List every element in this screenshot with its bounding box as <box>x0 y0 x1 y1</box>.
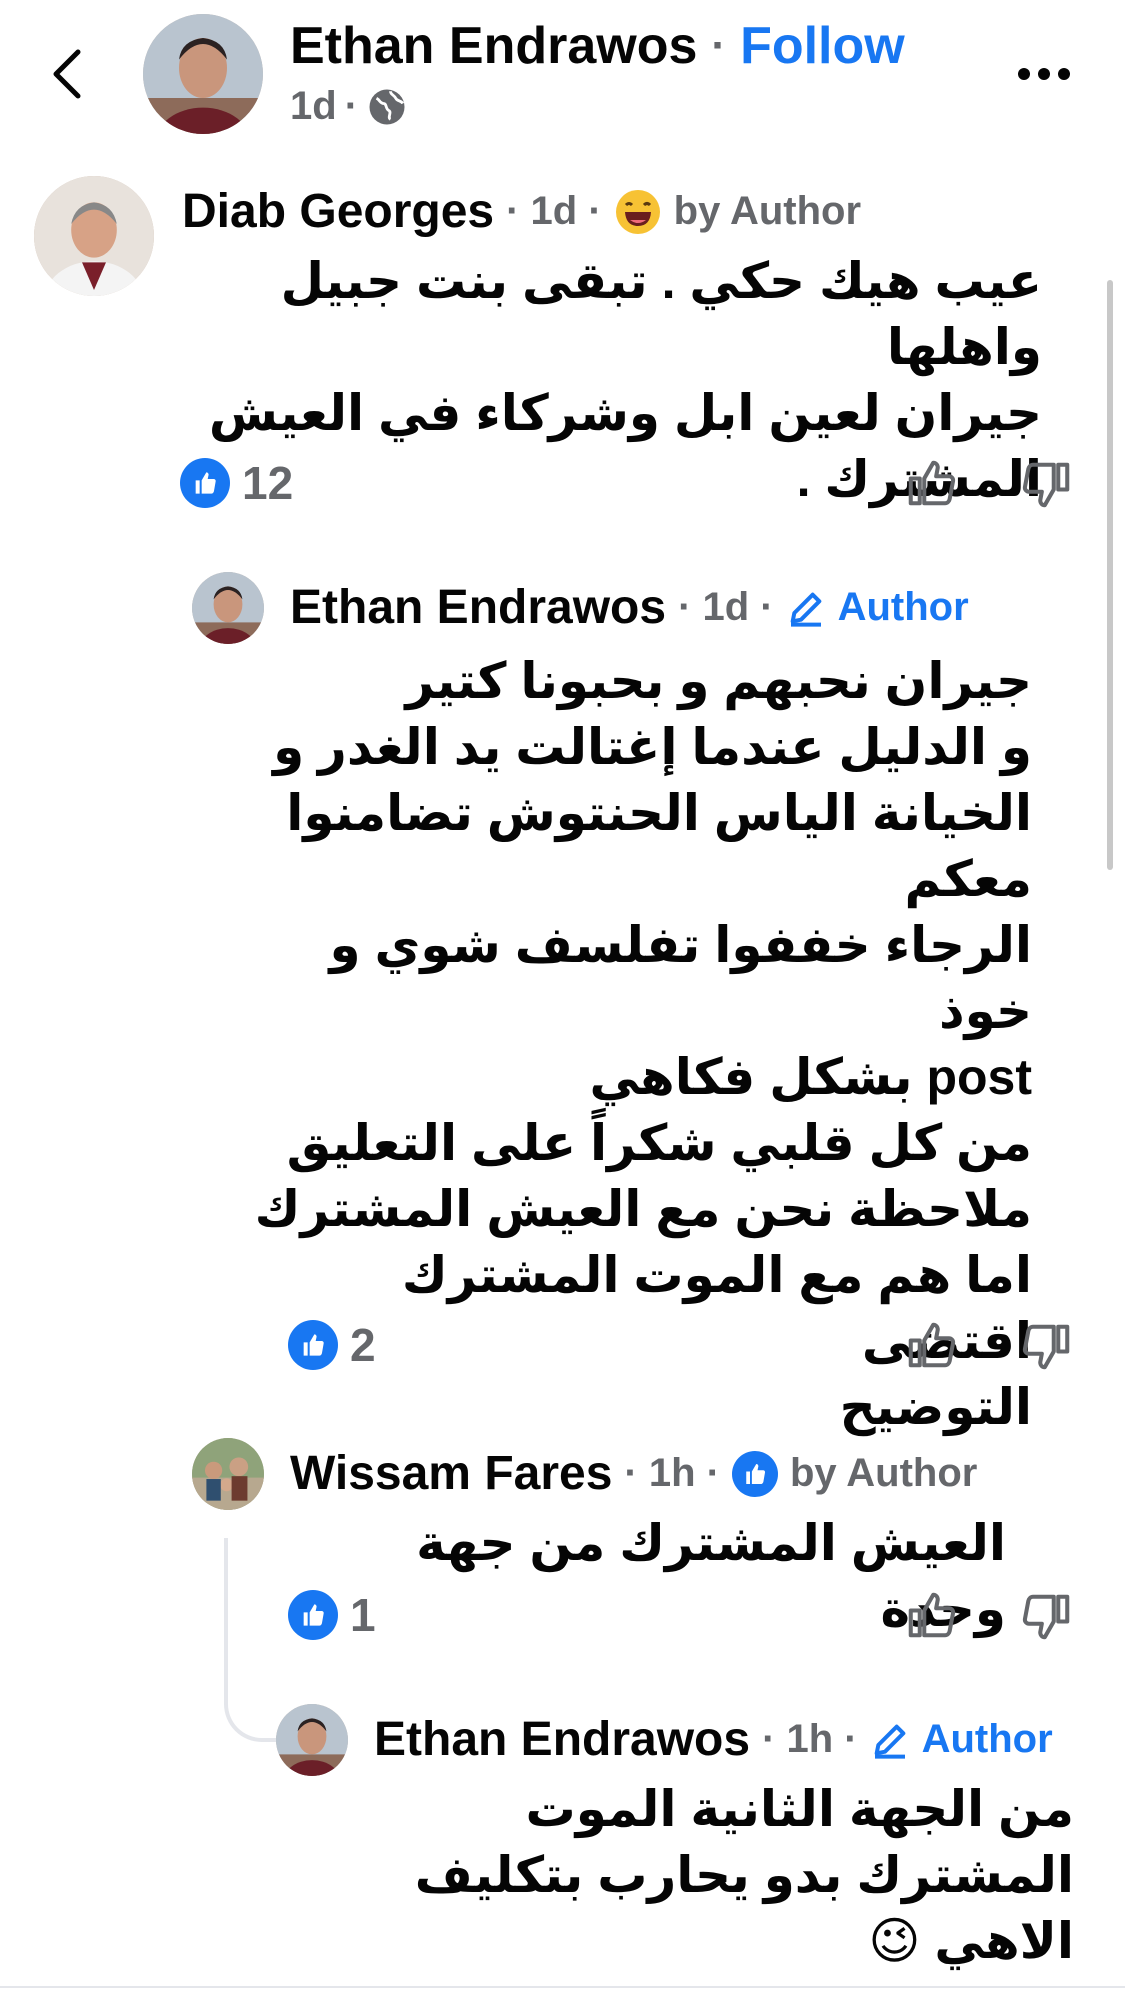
scrollbar[interactable] <box>1107 280 1113 870</box>
like-count: 12 <box>242 457 294 509</box>
comment-text: من الجهة الثانية الموت المشترك بدو يحارب… <box>414 1781 1074 1969</box>
comment-time: · 1h · <box>762 1717 858 1761</box>
author-badge: Author <box>921 1717 1053 1761</box>
commenter-name[interactable]: Ethan Endrawos <box>374 1712 750 1767</box>
more-icon[interactable] <box>1018 64 1078 84</box>
like-icon[interactable] <box>904 1318 958 1372</box>
like-badge-icon <box>288 1320 338 1370</box>
comment-time: · 1d · <box>678 585 774 629</box>
comment-header: Wissam Fares · 1h · by Author <box>290 1446 977 1501</box>
bottom-divider <box>0 1986 1125 1988</box>
like-badge-icon <box>288 1590 338 1640</box>
commenter-avatar[interactable] <box>192 1438 264 1510</box>
comment-time: · 1h · <box>624 1451 720 1495</box>
post-header-title: Ethan Endrawos · Follow <box>290 16 905 76</box>
by-author-badge: by Author <box>789 1451 978 1495</box>
follow-button[interactable]: Follow <box>740 16 905 76</box>
like-count: 2 <box>350 1319 376 1371</box>
comment-header: Diab Georges · 1d · by Author <box>182 184 861 239</box>
laughing-emoji-icon <box>614 188 662 236</box>
pencil-icon <box>870 1720 910 1760</box>
pencil-icon <box>786 588 826 628</box>
back-chevron-icon[interactable] <box>48 44 88 104</box>
commenter-name[interactable]: Wissam Fares <box>290 1446 612 1501</box>
dislike-icon[interactable] <box>1020 1590 1074 1644</box>
comment-header: Ethan Endrawos · 1h · Author <box>374 1712 1053 1767</box>
dislike-icon[interactable] <box>1020 458 1074 512</box>
author-name[interactable]: Ethan Endrawos <box>290 16 697 76</box>
like-badge-icon <box>180 458 230 508</box>
like-count: 1 <box>350 1589 376 1641</box>
reaction-summary[interactable]: 2 <box>288 1318 376 1372</box>
reaction-summary[interactable]: 12 <box>180 456 293 510</box>
post-meta: 1d · <box>290 84 408 129</box>
commenter-avatar[interactable] <box>192 572 264 644</box>
comment-header: Ethan Endrawos · 1d · Author <box>290 580 969 635</box>
separator: · <box>711 21 727 70</box>
by-author-badge: by Author <box>673 189 862 233</box>
commenter-avatar[interactable] <box>276 1704 348 1776</box>
commenter-avatar[interactable] <box>34 176 154 296</box>
reaction-summary[interactable]: 1 <box>288 1588 376 1642</box>
commenter-name[interactable]: Diab Georges <box>182 184 494 239</box>
meta-dot: · <box>344 84 359 128</box>
commenter-name[interactable]: Ethan Endrawos <box>290 580 666 635</box>
author-avatar[interactable] <box>143 14 263 134</box>
comment-text: العيش المشترك من جهة وحدة <box>416 1515 1006 1637</box>
globe-icon <box>366 86 408 128</box>
like-icon[interactable] <box>904 1588 958 1642</box>
dislike-icon[interactable] <box>1020 1320 1074 1374</box>
comment-time: · 1d · <box>506 189 602 233</box>
thread-connector <box>224 1538 280 1742</box>
like-icon[interactable] <box>904 456 958 510</box>
like-badge-icon <box>731 1450 778 1497</box>
post-time: 1d <box>290 84 337 128</box>
author-badge: Author <box>837 585 969 629</box>
